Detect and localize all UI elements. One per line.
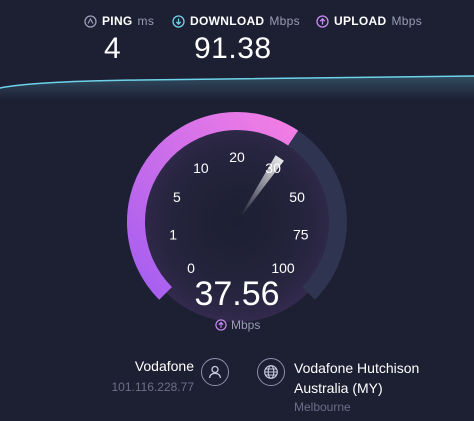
server-location: Melbourne: [294, 400, 351, 414]
gauge-tick-label: 0: [187, 260, 195, 276]
gauge-tick-label: 5: [173, 189, 181, 205]
current-speed-value: 37.56: [194, 275, 280, 313]
gauge-tick-label: 75: [293, 227, 309, 243]
server-name[interactable]: Vodafone Hutchison Australia (MY): [294, 358, 474, 398]
gauge-tick-label: 1: [169, 227, 177, 243]
current-speed-unit: Mbps: [215, 318, 260, 332]
current-speed-unit-label: Mbps: [231, 318, 261, 332]
upload-arrow-icon: [215, 319, 227, 331]
provider-ip: 101.116.228.77: [111, 380, 194, 394]
gauge-tick-label: 10: [193, 160, 209, 176]
provider-name: Vodafone: [134, 358, 194, 374]
gauge-tick-label: 100: [271, 260, 295, 276]
gauge-tick-label: 50: [289, 189, 305, 205]
user-icon[interactable]: [201, 358, 229, 386]
globe-icon[interactable]: [257, 358, 285, 386]
gauge-tick-label: 20: [229, 149, 245, 165]
